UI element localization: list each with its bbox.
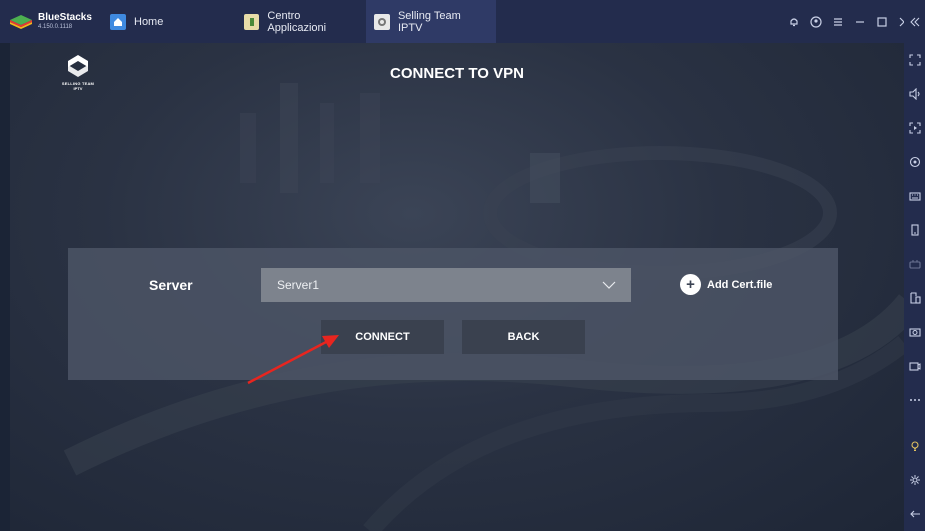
tab-home[interactable]: Home [100,0,236,43]
menu-icon[interactable] [827,0,849,43]
bell-icon[interactable] [783,0,805,43]
bluestacks-logo-icon [10,14,32,29]
connect-button[interactable]: CONNECT [321,320,444,354]
window-controls [783,0,915,43]
tab-home-label: Home [134,15,164,28]
vpn-panel: Server Server1 + Add Cert.file CONNECT B… [68,248,838,380]
app-center-icon [244,13,260,30]
tab-app-center-label: Centro Applicazioni [267,9,327,34]
app-icon [374,13,390,30]
server-select[interactable]: Server1 [261,268,631,302]
volume-icon[interactable] [904,77,925,111]
settings-gear-icon[interactable] [904,463,925,497]
brand-name: BlueStacks [38,12,92,23]
install-apk-icon[interactable] [904,281,925,315]
camera-icon[interactable] [904,315,925,349]
fullscreen-icon[interactable] [904,43,925,77]
server-label: Server [149,277,193,293]
tab-app-center[interactable]: Centro Applicazioni [236,0,366,43]
chevron-down-icon [602,281,616,289]
server-select-value: Server1 [277,278,320,292]
add-cert-file-label: Add Cert.file [707,278,773,291]
collapse-sidebar-icon[interactable] [904,0,925,43]
back-arrow-icon[interactable] [904,497,925,531]
screen-capture-icon[interactable] [904,111,925,145]
more-icon[interactable] [904,383,925,417]
tab-selling-team-iptv[interactable]: Selling Team IPTV [366,0,496,43]
title-bar: BlueStacks 4.150.0.1118 Home Centro Appl… [0,0,925,43]
back-button[interactable]: BACK [462,320,585,354]
account-icon[interactable] [805,0,827,43]
right-sidebar [904,0,925,531]
lightbulb-icon[interactable] [904,429,925,463]
app-screen: SELLING TEAM IPTV CONNECT TO VPN Server … [10,43,904,531]
tab-selling-team-iptv-label: Selling Team IPTV [397,9,461,34]
home-icon [110,13,126,30]
eye-icon[interactable] [904,145,925,179]
plus-icon: + [680,274,701,295]
brand-version: 4.150.0.1118 [38,24,73,30]
minimize-icon[interactable] [849,0,871,43]
maximize-icon[interactable] [871,0,893,43]
add-cert-file-button[interactable]: + Add Cert.file [680,274,772,295]
gamepad-icon[interactable] [904,247,925,281]
video-record-icon[interactable] [904,349,925,383]
bluestacks-logo[interactable]: BlueStacks 4.150.0.1118 [0,0,100,43]
app-logo-line2: IPTV [73,86,83,91]
page-title: CONNECT TO VPN [390,65,524,82]
keyboard-icon[interactable] [904,179,925,213]
phone-icon[interactable] [904,213,925,247]
